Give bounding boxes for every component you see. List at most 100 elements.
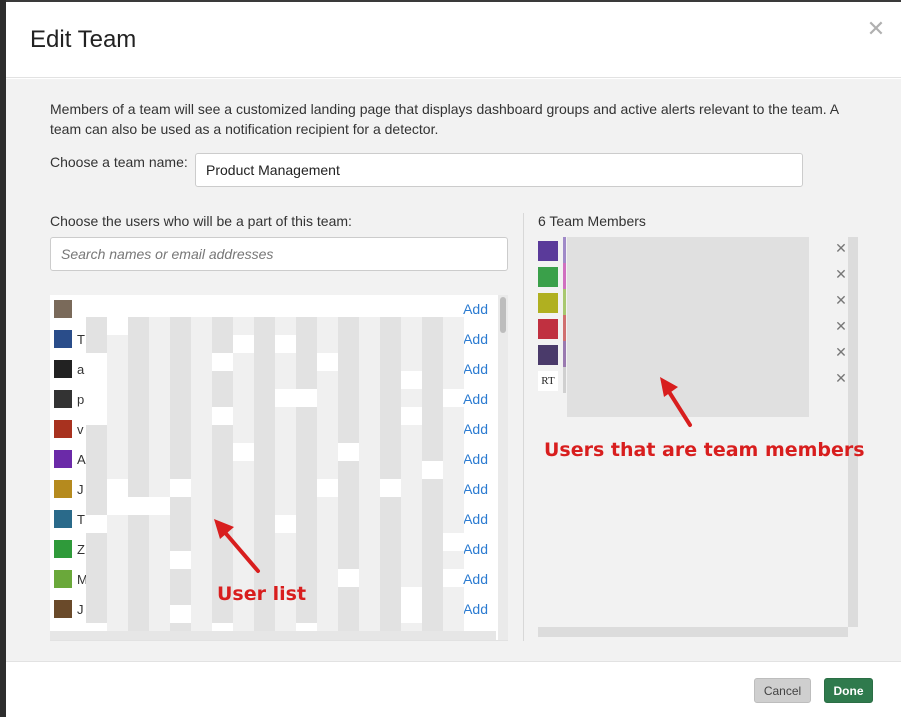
user-list-arrow-icon [206,517,266,577]
redaction-cell [128,335,149,353]
remove-member-icon[interactable]: ✕ [834,241,848,255]
add-user-button[interactable]: Add [463,541,488,557]
redaction-cell [422,317,443,335]
user-list-scroll-thumb[interactable] [500,297,506,333]
redaction-cell [212,443,233,461]
redaction-cell [191,389,212,407]
remove-member-icon[interactable]: ✕ [834,371,848,385]
redaction-cell [338,317,359,335]
members-hscrollbar[interactable] [538,627,848,637]
members-scrollbar[interactable] [848,237,858,627]
redaction-cell [567,397,589,417]
redaction-cell [699,297,721,317]
add-user-button[interactable]: Add [463,301,488,317]
redaction-cell [128,569,149,587]
redaction-cell [170,407,191,425]
redaction-cell [170,497,191,515]
redaction-cell [254,479,275,497]
add-user-button[interactable]: Add [463,571,488,587]
redaction-cell [170,569,191,587]
redaction-cell [275,425,296,443]
redaction-cell [765,317,787,337]
redaction-cell [677,277,699,297]
redaction-cell [296,425,317,443]
redaction-cell [107,335,128,353]
redaction-cell [699,337,721,357]
remove-member-icon[interactable]: ✕ [834,345,848,359]
add-user-button[interactable]: Add [463,421,488,437]
redaction-cell [275,461,296,479]
redaction-cell [611,277,633,297]
user-list-scrollbar[interactable] [498,295,508,641]
redaction-cell [380,425,401,443]
redaction-cell [128,317,149,335]
redaction-cell [567,257,589,277]
close-icon[interactable]: ✕ [865,18,887,40]
redaction-cell [699,237,721,257]
redaction-cell [567,277,589,297]
redaction-cell [86,461,107,479]
add-user-button[interactable]: Add [463,451,488,467]
redaction-cell [149,425,170,443]
redaction-cell [296,407,317,425]
redaction-cell [170,425,191,443]
redaction-cell [633,297,655,317]
redaction-cell [338,587,359,605]
done-button[interactable]: Done [824,678,873,703]
cancel-button[interactable]: Cancel [754,678,811,703]
redaction-cell [359,443,380,461]
redaction-cell [212,479,233,497]
user-name-partial: J [77,602,84,617]
redaction-cell [380,497,401,515]
redaction-cell [655,257,677,277]
redaction-cell [296,443,317,461]
redaction-cell [233,479,254,497]
redaction-cell [149,389,170,407]
redaction-cell [233,389,254,407]
redaction-cell [699,377,721,397]
team-members-annotation: Users that are team members [544,439,865,461]
redaction-cell [338,425,359,443]
redaction-cell [254,461,275,479]
redaction-cell [567,337,589,357]
redaction-cell [128,425,149,443]
redaction-cell [422,551,443,569]
add-user-button[interactable]: Add [463,331,488,347]
team-description: Members of a team will see a customized … [50,99,860,139]
redaction-cell [86,443,107,461]
user-list-hscrollbar[interactable] [50,631,496,640]
redaction-cell [359,515,380,533]
user-search-input[interactable] [50,237,508,271]
redaction-cell [149,479,170,497]
add-user-button[interactable]: Add [463,601,488,617]
user-name-partial: p [77,392,84,407]
redaction-cell [107,569,128,587]
redaction-cell [401,533,422,551]
redaction-cell [317,335,338,353]
add-user-button[interactable]: Add [463,391,488,407]
redaction-cell [338,551,359,569]
redaction-cell [787,397,809,417]
redaction-cell [149,587,170,605]
redaction-cell [149,407,170,425]
add-user-button[interactable]: Add [463,511,488,527]
add-user-button[interactable]: Add [463,361,488,377]
remove-member-icon[interactable]: ✕ [834,293,848,307]
redaction-cell [380,587,401,605]
add-user-button[interactable]: Add [463,481,488,497]
remove-member-icon[interactable]: ✕ [834,319,848,333]
remove-member-icon[interactable]: ✕ [834,267,848,281]
redaction-cell [633,397,655,417]
redaction-cell [212,371,233,389]
redaction-cell [380,389,401,407]
member-color-bar [563,289,566,315]
redaction-cell [401,515,422,533]
redaction-cell [359,587,380,605]
redaction-cell [191,353,212,371]
redaction-cell [107,551,128,569]
user-avatar [54,420,72,438]
team-name-input[interactable] [195,153,803,187]
redaction-cell [254,425,275,443]
redaction-cell [567,357,589,377]
member-color-bar [563,367,566,393]
